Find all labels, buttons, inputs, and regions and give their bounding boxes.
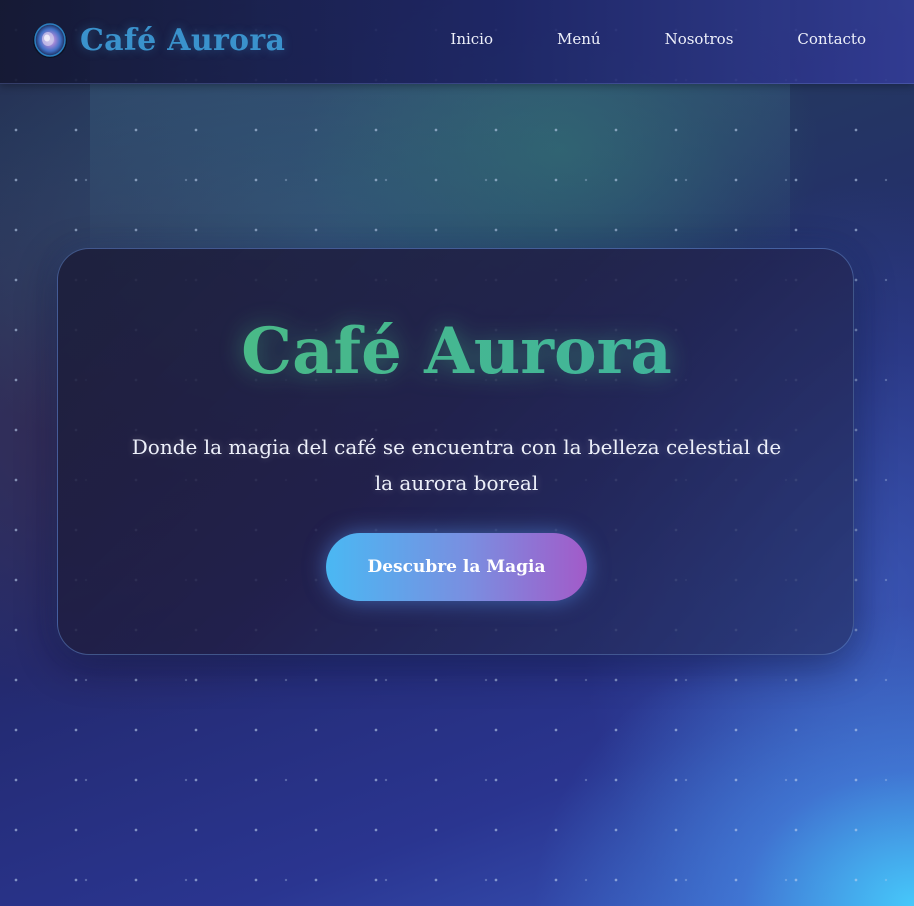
discover-magic-button[interactable]: Descubre la Magia [326,533,587,601]
brand-name: Café Aurora [80,22,286,58]
nav-link-inicio[interactable]: Inicio [450,30,493,48]
site-header: Café Aurora Inicio Menú Nosotros Contact… [0,0,914,84]
nav-link-nosotros[interactable]: Nosotros [665,30,734,48]
brand-logo[interactable]: Café Aurora [30,20,285,60]
nav-link-contacto[interactable]: Contacto [797,30,866,48]
hero-title: Café Aurora [58,311,855,393]
hero-subtitle: Donde la magia del café se encuentra con… [131,435,782,495]
main-nav: Inicio Menú Nosotros Contacto [386,30,866,48]
hero-card: Café Aurora Donde la magia del café se e… [57,248,854,655]
nav-link-menu[interactable]: Menú [557,30,601,48]
aurora-orb-icon [33,23,67,58]
